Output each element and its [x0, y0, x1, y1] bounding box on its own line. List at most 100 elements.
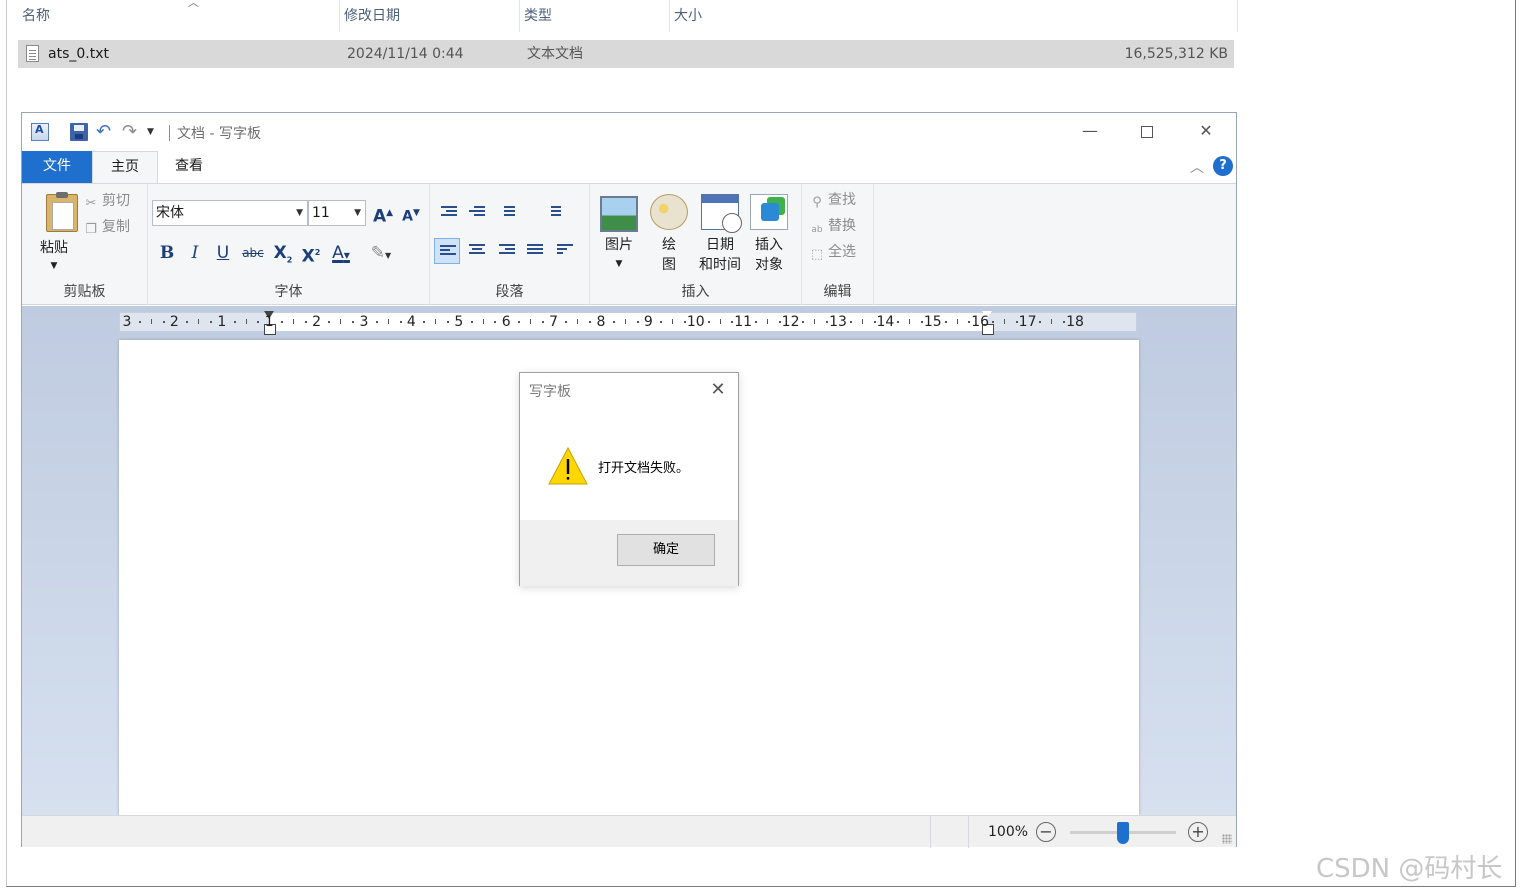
- ruler-tick-mark: [446, 321, 449, 323]
- ruler-tick-mark: [660, 321, 663, 323]
- line-spacing-icon[interactable]: [540, 200, 566, 226]
- paint-palette-icon: [650, 194, 688, 230]
- ruler-tick-mark: [423, 321, 426, 323]
- close-button[interactable]: ✕: [1178, 117, 1234, 145]
- ruler[interactable]: 3 2 1 1 2 3 4 5 6 7 8 9 10 11 12 13 14 15 16 17 18: [119, 311, 1137, 335]
- file-size: 16,525,312 KB: [1124, 46, 1228, 62]
- object-label-2: 对象: [755, 257, 783, 273]
- copy-label: 复制: [102, 219, 130, 235]
- align-left-icon[interactable]: [434, 238, 460, 264]
- ruler-tick-mark: [897, 321, 900, 323]
- strikethrough-icon[interactable]: abc: [240, 240, 266, 266]
- resize-grip-icon[interactable]: [1222, 834, 1232, 844]
- ruler-tick-mark: [707, 321, 710, 323]
- superscript-icon[interactable]: X2: [298, 240, 324, 267]
- paste-button[interactable]: 粘贴 ▼: [30, 188, 78, 271]
- ruler-tick-mark: [766, 319, 768, 324]
- date-time-button[interactable]: 日期 和时间: [694, 192, 746, 273]
- ruler-tick-mark: [565, 321, 568, 323]
- zoom-slider-thumb[interactable]: [1117, 822, 1129, 844]
- bold-icon[interactable]: B: [154, 240, 180, 266]
- ruler-tick-label: 6: [501, 314, 511, 330]
- minimize-button[interactable]: —: [1062, 117, 1118, 145]
- undo-icon[interactable]: ↶: [96, 123, 114, 141]
- zoom-out-icon[interactable]: −: [1036, 822, 1056, 842]
- cut-label: 剪切: [102, 193, 130, 209]
- italic-icon[interactable]: I: [182, 240, 208, 266]
- help-icon[interactable]: ?: [1213, 156, 1233, 176]
- highlight-color-icon[interactable]: ✎▼: [368, 240, 394, 266]
- copy-icon: ❐: [85, 222, 97, 237]
- group-font: 宋体 ▼ 11 ▼ A▲ A▼ B I U abc X2 X2 A▼ ✎▼ 字体: [148, 184, 430, 305]
- paint-drawing-button[interactable]: 绘 图: [646, 192, 692, 273]
- ruler-tick-mark: [577, 319, 579, 324]
- decrease-indent-icon[interactable]: [436, 200, 462, 226]
- replace-button[interactable]: ab 替换: [810, 215, 856, 237]
- ruler-tick-mark: [731, 321, 734, 323]
- ruler-tick-label: 8: [596, 314, 606, 330]
- ruler-tick-mark: [518, 321, 521, 323]
- increase-indent-icon[interactable]: [464, 200, 490, 226]
- ok-button[interactable]: 确定: [617, 534, 715, 566]
- column-modified[interactable]: 修改日期: [340, 0, 520, 32]
- tab-file[interactable]: 文件: [22, 151, 92, 183]
- ruler-tick-mark: [138, 321, 141, 323]
- ruler-tick-mark: [281, 321, 284, 323]
- paragraph-settings-icon[interactable]: [552, 238, 578, 264]
- column-type[interactable]: 类型: [520, 0, 670, 32]
- ruler-tick-mark: [233, 321, 236, 323]
- ruler-tick-label: 4: [406, 314, 416, 330]
- font-color-icon[interactable]: A▼: [328, 240, 354, 266]
- subscript-icon[interactable]: X2: [270, 240, 296, 266]
- ruler-tick-mark: [992, 321, 995, 323]
- tab-home[interactable]: 主页: [92, 151, 158, 183]
- shrink-font-icon[interactable]: A▼: [398, 200, 424, 226]
- redo-icon[interactable]: ↷: [122, 123, 140, 141]
- tab-view[interactable]: 查看: [158, 151, 220, 183]
- title-separator: [169, 125, 170, 141]
- align-center-icon[interactable]: [464, 238, 490, 264]
- customize-toolbar-icon[interactable]: ▼: [147, 127, 154, 137]
- align-right-icon[interactable]: [494, 238, 520, 264]
- column-name[interactable]: 名称: [18, 0, 340, 32]
- font-family-select[interactable]: 宋体 ▼: [152, 200, 308, 226]
- insert-object-button[interactable]: 插入 对象: [746, 192, 792, 273]
- file-row[interactable]: ats_0.txt 2024/11/14 0:44 文本文档 16,525,31…: [18, 40, 1234, 68]
- ruler-tick-mark: [375, 321, 378, 323]
- ruler-tick-label: 16: [971, 314, 990, 330]
- bullet-list-icon[interactable]: [494, 200, 520, 226]
- dialog-close-button[interactable]: ✕: [706, 379, 730, 401]
- collapse-ribbon-icon[interactable]: ︿: [1190, 157, 1204, 177]
- ruler-tick-mark: [612, 321, 615, 323]
- maximize-icon: [1141, 125, 1153, 138]
- justify-icon[interactable]: [522, 238, 548, 264]
- column-size[interactable]: 大小: [670, 0, 1238, 32]
- insert-picture-button[interactable]: 图片 ▼: [596, 192, 642, 272]
- ruler-tick-mark: [482, 319, 484, 324]
- zoom-in-icon[interactable]: +: [1188, 822, 1208, 842]
- font-size-select[interactable]: 11 ▼: [308, 200, 366, 226]
- datetime-label-2: 和时间: [699, 257, 741, 273]
- save-icon[interactable]: [70, 123, 88, 141]
- datetime-label-1: 日期: [706, 237, 734, 253]
- grow-font-icon[interactable]: A▲: [370, 200, 396, 227]
- find-button[interactable]: ⚲ 查找: [810, 189, 856, 211]
- ruler-tick-mark: [494, 321, 497, 323]
- ruler-tick-label: 14: [876, 314, 895, 330]
- select-all-button[interactable]: ⬚ 全选: [810, 241, 856, 263]
- ruler-tick-mark: [944, 321, 947, 323]
- copy-button[interactable]: ❐ 复制: [84, 216, 130, 238]
- ruler-tick-mark: [802, 321, 805, 323]
- ruler-tick-mark: [470, 321, 473, 323]
- underline-icon[interactable]: U: [210, 240, 236, 266]
- find-label: 查找: [828, 192, 856, 208]
- ruler-tick-mark: [861, 319, 863, 324]
- ruler-tick-label: 3: [359, 314, 369, 330]
- scissors-icon: ✂: [85, 196, 97, 211]
- dialog-footer: 确定: [520, 520, 738, 586]
- ruler-tick-mark: [873, 321, 876, 323]
- cut-button[interactable]: ✂ 剪切: [84, 190, 130, 212]
- dialog-message: 打开文档失败。: [598, 461, 690, 476]
- maximize-button[interactable]: [1119, 117, 1175, 145]
- wordpad-app-icon[interactable]: [31, 123, 49, 141]
